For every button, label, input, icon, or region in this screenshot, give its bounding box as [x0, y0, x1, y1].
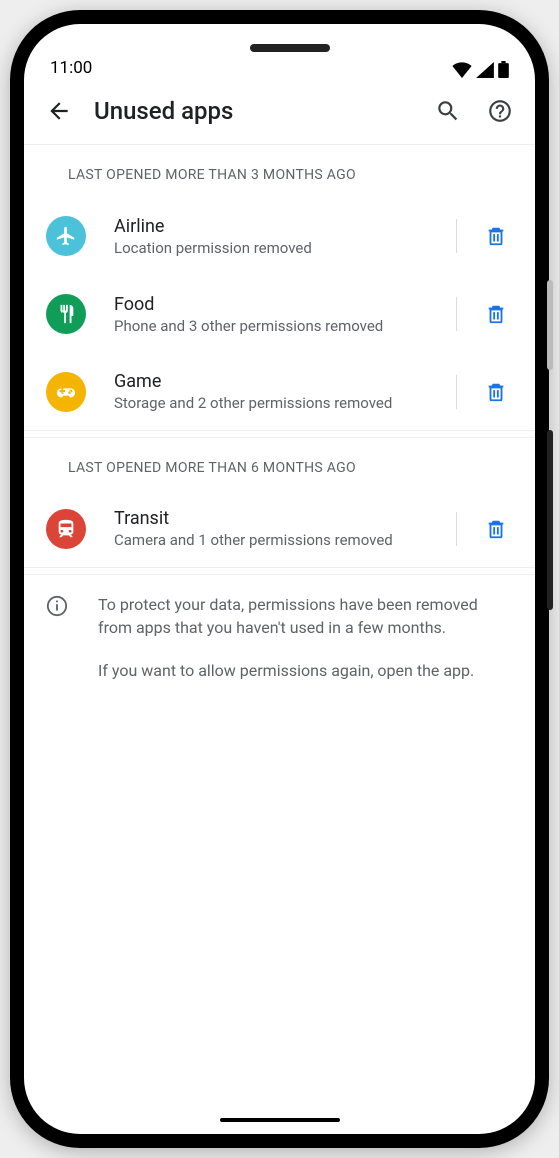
trash-icon	[485, 518, 507, 540]
fork-knife-icon	[55, 303, 77, 325]
info-block: To protect your data, permissions have b…	[24, 575, 535, 701]
train-icon	[55, 518, 77, 540]
help-button[interactable]	[483, 94, 517, 128]
app-bar: Unused apps	[24, 84, 535, 145]
back-button[interactable]	[42, 94, 76, 128]
status-icons	[452, 61, 509, 78]
delete-button[interactable]	[479, 219, 513, 253]
app-name: Transit	[114, 508, 430, 529]
page-title: Unused apps	[94, 97, 413, 125]
screen: 11:00 Unused apps LAST OPENED MORE THAN …	[24, 24, 535, 1134]
info-p2: If you want to allow permissions again, …	[98, 659, 511, 682]
arrow-back-icon	[46, 98, 72, 124]
app-text: Food Phone and 3 other permissions remov…	[104, 294, 430, 335]
app-subtext: Location permission removed	[114, 239, 430, 257]
section-header: LAST OPENED MORE THAN 3 MONTHS AGO	[24, 145, 535, 197]
app-text: Game Storage and 2 other permissions rem…	[104, 371, 430, 412]
section-6-months: LAST OPENED MORE THAN 6 MONTHS AGO Trans…	[24, 438, 535, 575]
app-name: Food	[114, 294, 430, 315]
status-time: 11:00	[50, 58, 92, 78]
app-text: Airline Location permission removed	[104, 216, 430, 257]
gamepad-icon	[55, 381, 77, 403]
battery-icon	[498, 61, 509, 78]
app-subtext: Storage and 2 other permissions removed	[114, 394, 430, 412]
app-subtext: Phone and 3 other permissions removed	[114, 317, 430, 335]
search-icon	[435, 98, 461, 124]
section-header: LAST OPENED MORE THAN 6 MONTHS AGO	[24, 438, 535, 490]
divider	[456, 219, 457, 253]
section-3-months: LAST OPENED MORE THAN 3 MONTHS AGO Airli…	[24, 145, 535, 438]
wifi-icon	[452, 62, 472, 78]
delete-button[interactable]	[479, 297, 513, 331]
app-row-transit[interactable]: Transit Camera and 1 other permissions r…	[24, 490, 535, 568]
trash-icon	[485, 381, 507, 403]
delete-button[interactable]	[479, 375, 513, 409]
delete-button[interactable]	[479, 512, 513, 546]
app-icon	[46, 372, 86, 412]
status-bar: 11:00	[24, 24, 535, 84]
app-row-airline[interactable]: Airline Location permission removed	[24, 197, 535, 275]
info-icon	[46, 595, 70, 683]
app-icon	[46, 216, 86, 256]
airplane-icon	[55, 225, 77, 247]
app-name: Airline	[114, 216, 430, 237]
app-icon	[46, 294, 86, 334]
search-button[interactable]	[431, 94, 465, 128]
info-p1: To protect your data, permissions have b…	[98, 593, 511, 639]
nav-bar	[24, 1118, 535, 1122]
app-subtext: Camera and 1 other permissions removed	[114, 531, 430, 549]
power-button	[547, 430, 553, 610]
signal-icon	[476, 62, 494, 78]
device-frame: 11:00 Unused apps LAST OPENED MORE THAN …	[10, 10, 549, 1148]
volume-button	[547, 280, 553, 370]
app-row-food[interactable]: Food Phone and 3 other permissions remov…	[24, 275, 535, 353]
help-icon	[487, 98, 513, 124]
info-text: To protect your data, permissions have b…	[98, 593, 511, 683]
app-row-game[interactable]: Game Storage and 2 other permissions rem…	[24, 353, 535, 431]
divider	[456, 297, 457, 331]
trash-icon	[485, 225, 507, 247]
app-icon	[46, 509, 86, 549]
home-handle[interactable]	[220, 1118, 340, 1122]
divider	[456, 375, 457, 409]
app-name: Game	[114, 371, 430, 392]
divider	[456, 512, 457, 546]
app-text: Transit Camera and 1 other permissions r…	[104, 508, 430, 549]
trash-icon	[485, 303, 507, 325]
